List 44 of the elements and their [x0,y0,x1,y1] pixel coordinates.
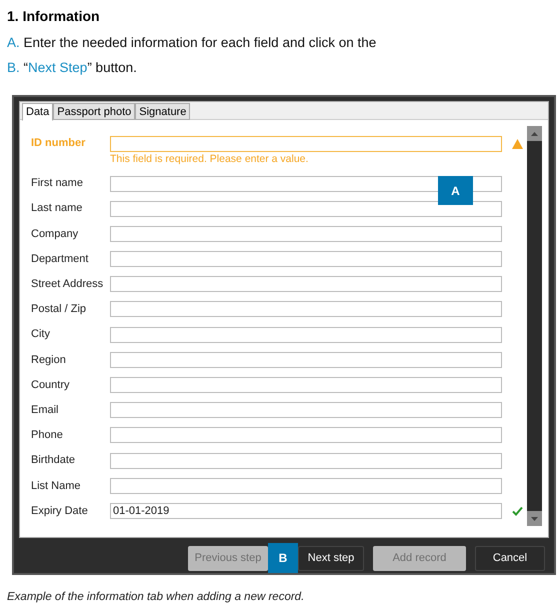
dialog-button[interactable]: Next step [298,546,364,570]
field-label: Postal / Zip [31,302,88,318]
text-field[interactable] [110,452,502,469]
text-field[interactable] [110,377,502,394]
text-field[interactable] [110,427,502,444]
field-label: Region [31,352,67,368]
text-field[interactable] [110,136,502,152]
text-field[interactable]: 01-01-2019 [110,502,502,519]
field-label: Street Address [31,277,104,292]
tab[interactable]: Signature [135,103,190,120]
field-label: ID number [31,136,86,152]
text-field[interactable] [110,200,502,217]
instruction-text: B. “Next Step” button. [7,59,137,77]
dialog-button[interactable]: Cancel [475,546,545,570]
field-label: Last name [31,201,84,216]
scroll-up-icon[interactable] [527,126,542,141]
field-label: Company [31,226,80,242]
field-label: List Name [31,478,82,494]
callout-marker: B [268,543,298,573]
figure-caption: Example of the information tab when adding a new record. [7,590,304,605]
text-field[interactable] [110,276,502,292]
tab[interactable]: Passport photo [53,103,136,120]
field-label: Department [31,252,90,267]
tab[interactable]: Data [22,103,54,121]
field-label: Country [31,378,71,393]
text-field[interactable] [110,352,502,368]
scroll-down-icon[interactable] [527,511,542,526]
text-field[interactable] [110,226,502,242]
field-label: First name [31,176,84,192]
field-label: Birthdate [31,453,76,468]
field-label: Phone [31,428,64,444]
callout-marker: A [438,176,473,205]
text-field[interactable] [110,251,502,268]
field-label: City [31,327,51,342]
scrollbar[interactable] [527,126,542,526]
text-field[interactable] [110,402,502,418]
field-label: Expiry Date [31,504,89,519]
text-field[interactable] [110,478,502,494]
text-field[interactable] [110,301,502,318]
text-field[interactable] [110,326,502,343]
section-heading: 1. Information [7,7,100,26]
field-label: Email [31,402,60,418]
error-message: This field is required. Please enter a value. [109,152,310,168]
instruction-text: A. Enter the needed information for each field and click on the [7,34,376,52]
